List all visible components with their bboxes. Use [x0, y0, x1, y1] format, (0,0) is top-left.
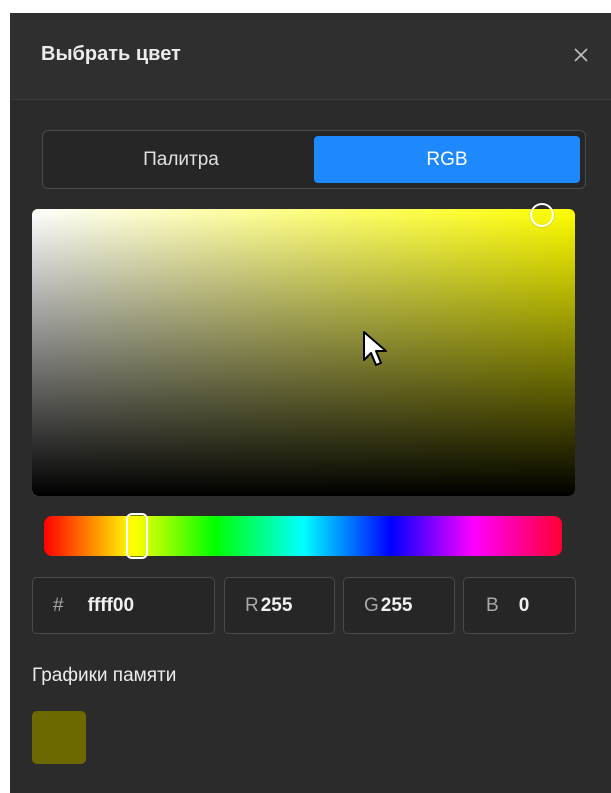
- mode-tabs: Палитра RGB: [42, 130, 586, 189]
- hex-label: #: [53, 594, 64, 616]
- sv-handle[interactable]: [530, 203, 554, 227]
- green-label: G: [364, 594, 379, 616]
- dialog-header: Выбрать цвет: [10, 13, 611, 100]
- hue-slider-handle[interactable]: [126, 513, 148, 559]
- hue-slider[interactable]: [44, 516, 562, 556]
- red-value[interactable]: 255: [261, 595, 293, 617]
- dialog-title: Выбрать цвет: [41, 43, 181, 65]
- sv-black-gradient: [32, 209, 575, 496]
- hex-field[interactable]: # ffff00: [32, 577, 215, 634]
- mouse-pointer-icon: [362, 330, 388, 368]
- blue-label: B: [486, 594, 499, 616]
- blue-value[interactable]: 0: [519, 595, 530, 617]
- red-field[interactable]: R 255: [224, 577, 335, 634]
- tab-rgb[interactable]: RGB: [314, 136, 580, 183]
- close-icon[interactable]: [569, 43, 593, 67]
- saturation-value-area[interactable]: [32, 209, 575, 496]
- blue-field[interactable]: B 0: [463, 577, 576, 634]
- memory-colors-title: Графики памяти: [32, 665, 177, 686]
- memory-swatch[interactable]: [32, 711, 86, 764]
- green-value[interactable]: 255: [381, 595, 413, 617]
- green-field[interactable]: G 255: [343, 577, 455, 634]
- hex-value[interactable]: ffff00: [88, 595, 134, 617]
- red-label: R: [245, 594, 259, 616]
- tab-palette[interactable]: Палитра: [48, 136, 314, 183]
